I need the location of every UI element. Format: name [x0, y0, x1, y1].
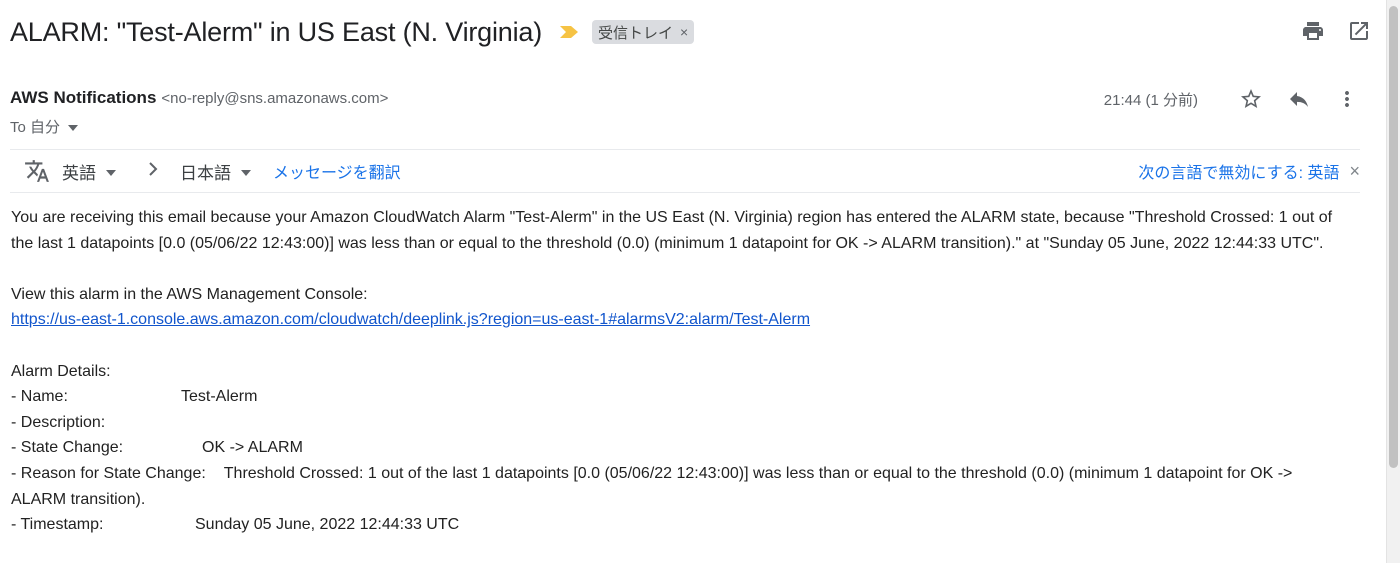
email-subject: ALARM: "Test-Alerm" in US East (N. Virgi…: [10, 16, 543, 47]
recipients-dropdown[interactable]: To 自分: [10, 116, 79, 137]
target-language-label: 日本語: [180, 163, 231, 183]
recipients-text: To 自分: [10, 119, 61, 136]
more-vertical-icon[interactable]: [1334, 86, 1360, 112]
source-language-select[interactable]: 英語: [62, 159, 116, 184]
scrollbar-thumb[interactable]: [1389, 6, 1398, 468]
print-icon[interactable]: [1300, 18, 1326, 44]
subject-row: ALARM: "Test-Alerm" in US East (N. Virgi…: [10, 12, 695, 52]
detail-reason-label: - Reason for State Change:: [11, 464, 206, 482]
open-in-new-window-icon[interactable]: [1346, 18, 1372, 44]
detail-name-label: - Name:: [11, 388, 68, 406]
detail-timestamp-label: - Timestamp:: [11, 516, 104, 534]
intro-paragraph: You are receiving this email because you…: [11, 209, 1333, 252]
detail-name-value: Test-Alerm: [181, 388, 258, 406]
detail-description-row: - Description:: [11, 410, 1351, 436]
sender-row: AWS Notifications <no-reply@sns.amazonaw…: [10, 88, 388, 108]
reply-icon[interactable]: [1286, 86, 1312, 112]
details-heading: Alarm Details:: [11, 362, 111, 380]
detail-name-row: - Name: Test-Alerm: [11, 384, 1351, 410]
translation-bar: 英語 日本語 メッセージを翻訳 次の言語で無効にする: 英語 ×: [10, 149, 1360, 193]
star-icon[interactable]: [1238, 86, 1264, 112]
console-link[interactable]: https://us-east-1.console.aws.amazon.com…: [11, 311, 810, 328]
sender-name: AWS Notifications: [10, 88, 157, 107]
inbox-label-text: 受信トレイ: [598, 24, 674, 42]
detail-timestamp-row: - Timestamp: Sunday 05 June, 2022 12:44:…: [11, 512, 1351, 538]
received-time: 21:44 (1 分前): [1103, 91, 1198, 109]
detail-state-value: OK -> ALARM: [202, 439, 303, 457]
target-language-select[interactable]: 日本語: [180, 159, 251, 184]
detail-state-label: - State Change:: [11, 439, 124, 457]
detail-description-label: - Description:: [11, 413, 106, 431]
sender-email: <no-reply@sns.amazonaws.com>: [161, 90, 389, 107]
chevron-down-icon: [241, 161, 251, 181]
top-actions: [1300, 18, 1372, 44]
translate-message-link[interactable]: メッセージを翻訳: [273, 159, 401, 183]
disable-translation-link[interactable]: 次の言語で無効にする: 英語: [1138, 159, 1339, 183]
detail-timestamp-value: Sunday 05 June, 2022 12:44:33 UTC: [195, 516, 460, 534]
message-meta: 21:44 (1 分前): [1104, 86, 1360, 112]
detail-state-row: - State Change: OK -> ALARM: [11, 435, 1351, 461]
chevron-down-icon: [106, 161, 116, 181]
chevron-right-icon: [148, 161, 158, 181]
importance-marker-icon[interactable]: [558, 24, 580, 40]
inbox-label-chip[interactable]: 受信トレイ ×: [592, 20, 695, 44]
close-translation-bar-button[interactable]: ×: [1349, 161, 1360, 182]
scrollbar[interactable]: [1386, 0, 1400, 563]
console-label: View this alarm in the AWS Management Co…: [11, 285, 368, 303]
chevron-down-icon: [68, 118, 79, 135]
translate-icon: [24, 158, 50, 184]
email-body: You are receiving this email because you…: [11, 205, 1351, 538]
remove-label-button[interactable]: ×: [680, 24, 688, 40]
detail-reason-row: - Reason for State Change: Threshold Cros…: [11, 461, 1351, 512]
source-language-label: 英語: [62, 163, 96, 183]
